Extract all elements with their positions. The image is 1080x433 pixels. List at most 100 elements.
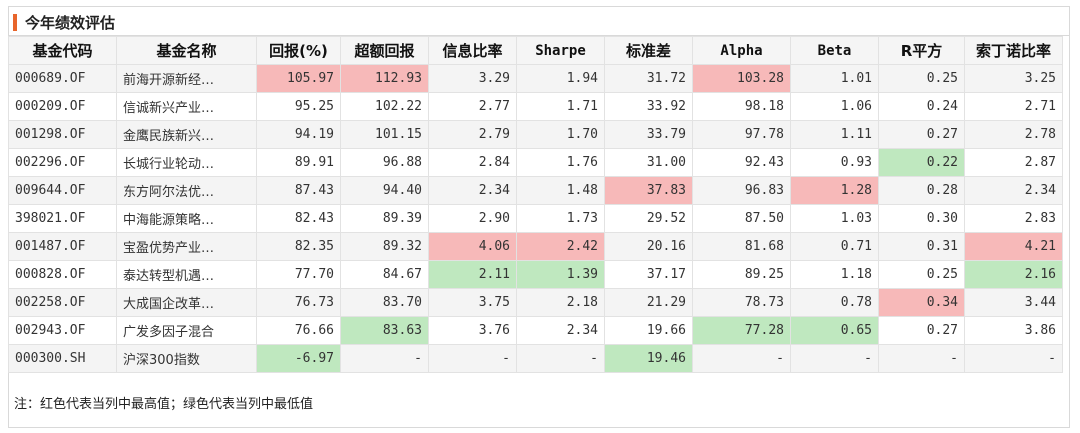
cell-value: 94.19: [256, 120, 341, 149]
cell-value: 89.39: [340, 204, 429, 233]
cell-value: 84.67: [340, 260, 429, 289]
cell-value: 96.83: [692, 176, 791, 205]
cell-value: 95.25: [256, 92, 341, 121]
table-body: 000689.OF 前海开源新经… 105.97 112.93 3.29 1.94 31.7…: [8, 64, 1063, 373]
cell-value: 0.71: [790, 232, 879, 261]
cell-value: 101.15: [340, 120, 429, 149]
cell-value: 81.68: [692, 232, 791, 261]
cell-value: 1.28: [790, 176, 879, 205]
cell-value: -: [878, 344, 965, 373]
header-return: 回报(%): [256, 36, 341, 65]
cell-value: 1.71: [516, 92, 605, 121]
cell-value: 96.88: [340, 148, 429, 177]
cell-fund-name: 广发多因子混合: [116, 316, 257, 345]
cell-value: 4.06: [428, 232, 517, 261]
cell-value: 87.50: [692, 204, 791, 233]
cell-value: 2.71: [964, 92, 1063, 121]
cell-value: 98.18: [692, 92, 791, 121]
cell-value: 4.21: [964, 232, 1063, 261]
cell-value: 103.28: [692, 64, 791, 93]
cell-value: -: [340, 344, 429, 373]
cell-value: 2.79: [428, 120, 517, 149]
header-std-dev: 标准差: [604, 36, 693, 65]
cell-value: 1.18: [790, 260, 879, 289]
table-row: 000828.OF 泰达转型机遇… 77.70 84.67 2.11 1.39 37.17 8…: [8, 260, 1063, 289]
cell-fund-code: 000209.OF: [8, 92, 117, 121]
cell-value: 0.22: [878, 148, 965, 177]
cell-value: 2.83: [964, 204, 1063, 233]
cell-value: 0.78: [790, 288, 879, 317]
cell-value: 1.01: [790, 64, 879, 93]
cell-value: 2.78: [964, 120, 1063, 149]
cell-value: 0.30: [878, 204, 965, 233]
cell-value: 89.91: [256, 148, 341, 177]
cell-value: 1.03: [790, 204, 879, 233]
cell-value: 1.73: [516, 204, 605, 233]
cell-value: 31.00: [604, 148, 693, 177]
cell-value: 112.93: [340, 64, 429, 93]
table-row: 002943.OF 广发多因子混合 76.66 83.63 3.76 2.34 19.66 7…: [8, 316, 1063, 345]
cell-value: 0.65: [790, 316, 879, 345]
cell-value: 2.34: [964, 176, 1063, 205]
cell-value: 19.46: [604, 344, 693, 373]
cell-value: 0.28: [878, 176, 965, 205]
cell-value: 3.76: [428, 316, 517, 345]
cell-value: 2.84: [428, 148, 517, 177]
cell-value: 21.29: [604, 288, 693, 317]
header-fund-code: 基金代码: [8, 36, 117, 65]
cell-value: 2.90: [428, 204, 517, 233]
cell-value: 2.34: [428, 176, 517, 205]
table-header-row: 基金代码 基金名称 回报(%) 超额回报 信息比率 Sharpe 标准差 Alp…: [8, 36, 1063, 65]
table-row: 002296.OF 长城行业轮动… 89.91 96.88 2.84 1.76 31.00 9…: [8, 148, 1063, 177]
cell-value: 87.43: [256, 176, 341, 205]
cell-value: -: [790, 344, 879, 373]
table-row: 001487.OF 宝盈优势产业… 82.35 89.32 4.06 2.42 20.16 8…: [8, 232, 1063, 261]
cell-value: 0.93: [790, 148, 879, 177]
cell-fund-code: 000300.SH: [8, 344, 117, 373]
cell-value: 37.83: [604, 176, 693, 205]
cell-value: 3.44: [964, 288, 1063, 317]
cell-fund-code: 002258.OF: [8, 288, 117, 317]
cell-value: 0.25: [878, 64, 965, 93]
cell-value: -: [516, 344, 605, 373]
cell-value: 2.87: [964, 148, 1063, 177]
cell-value: 1.48: [516, 176, 605, 205]
cell-value: 76.73: [256, 288, 341, 317]
cell-fund-code: 001298.OF: [8, 120, 117, 149]
cell-value: 77.70: [256, 260, 341, 289]
cell-fund-code: 398021.OF: [8, 204, 117, 233]
cell-fund-code: 000828.OF: [8, 260, 117, 289]
cell-value: 83.63: [340, 316, 429, 345]
cell-value: 102.22: [340, 92, 429, 121]
cell-value: 1.76: [516, 148, 605, 177]
cell-value: 82.43: [256, 204, 341, 233]
cell-value: 1.11: [790, 120, 879, 149]
cell-value: 0.27: [878, 120, 965, 149]
cell-value: 83.70: [340, 288, 429, 317]
table-row: 000300.SH 沪深300指数 -6.97- - -19.46- - - -: [8, 344, 1063, 373]
cell-value: 3.29: [428, 64, 517, 93]
performance-table: 基金代码 基金名称 回报(%) 超额回报 信息比率 Sharpe 标准差 Alp…: [8, 36, 1063, 373]
cell-fund-code: 000689.OF: [8, 64, 117, 93]
cell-value: 2.18: [516, 288, 605, 317]
cell-value: 31.72: [604, 64, 693, 93]
cell-value: 0.27: [878, 316, 965, 345]
cell-value: 0.24: [878, 92, 965, 121]
cell-fund-name: 宝盈优势产业…: [116, 232, 257, 261]
cell-value: 20.16: [604, 232, 693, 261]
cell-value: 1.39: [516, 260, 605, 289]
cell-value: 3.86: [964, 316, 1063, 345]
cell-value: 19.66: [604, 316, 693, 345]
header-sharpe: Sharpe: [516, 36, 605, 65]
cell-value: 37.17: [604, 260, 693, 289]
cell-fund-name: 中海能源策略…: [116, 204, 257, 233]
cell-value: 1.94: [516, 64, 605, 93]
cell-value: 2.77: [428, 92, 517, 121]
header-alpha: Alpha: [692, 36, 791, 65]
cell-value: 78.73: [692, 288, 791, 317]
table-row: 009644.OF 东方阿尔法优… 87.43 94.40 2.34 1.48 37.83 9…: [8, 176, 1063, 205]
cell-value: 89.25: [692, 260, 791, 289]
cell-value: 76.66: [256, 316, 341, 345]
cell-fund-code: 002296.OF: [8, 148, 117, 177]
header-info-ratio: 信息比率: [428, 36, 517, 65]
